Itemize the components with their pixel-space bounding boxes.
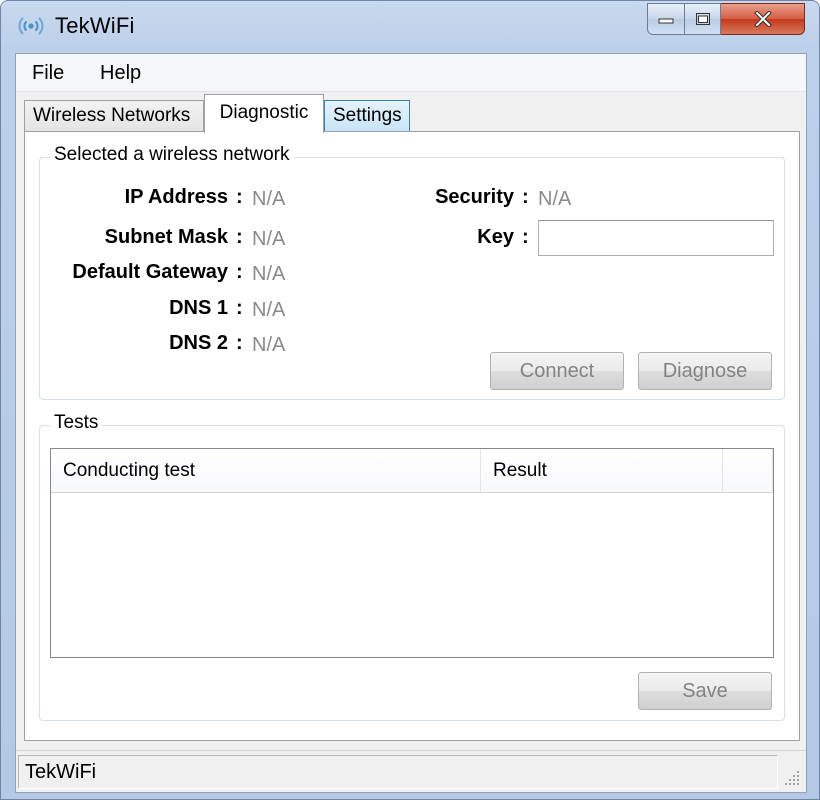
column-conducting-test[interactable]: Conducting test (51, 449, 481, 493)
save-button[interactable]: Save (638, 672, 772, 710)
dns1-label: DNS 1 (169, 297, 228, 319)
column-filler (723, 449, 773, 493)
minimize-icon (658, 18, 674, 24)
diagnose-button[interactable]: Diagnose (638, 352, 772, 390)
close-icon (753, 11, 772, 27)
dns1-colon: : (236, 297, 243, 319)
dns2-label: DNS 2 (169, 332, 228, 354)
ip-address-value: N/A (252, 188, 286, 210)
menu-file[interactable]: File (32, 62, 64, 85)
key-colon: : (522, 226, 529, 248)
key-input[interactable] (538, 220, 774, 256)
app-window: TekWiFi File Help Wireless Networks Diag… (0, 0, 820, 800)
tab-diagnostic[interactable]: Diagnostic (204, 94, 324, 133)
column-result[interactable]: Result (481, 449, 723, 493)
status-text: TekWiFi (18, 755, 778, 789)
close-button[interactable] (721, 3, 805, 35)
client-area: File Help Wireless Networks Diagnostic S… (15, 53, 807, 793)
wifi-signal-icon (17, 13, 45, 39)
default-gateway-value: N/A (252, 263, 286, 285)
ip-address-label: IP Address (124, 186, 228, 208)
security-label: Security (435, 186, 514, 208)
minimize-button[interactable] (647, 3, 685, 35)
status-bar: TekWiFi (16, 750, 806, 792)
subnet-mask-colon: : (236, 226, 243, 248)
tests-group: Tests Conducting test Result Save (39, 412, 785, 721)
default-gateway-colon: : (236, 261, 243, 283)
tests-list-header: Conducting test Result (51, 449, 773, 493)
key-label: Key (477, 226, 514, 248)
security-value: N/A (538, 188, 572, 210)
dns1-value: N/A (252, 299, 286, 321)
title-bar[interactable]: TekWiFi (1, 1, 819, 53)
network-group-title: Selected a wireless network (50, 144, 294, 166)
dns2-colon: : (236, 332, 243, 354)
window-controls (647, 3, 805, 37)
window-title: TekWiFi (55, 13, 135, 38)
menu-help[interactable]: Help (100, 62, 141, 85)
tab-settings[interactable]: Settings (324, 100, 410, 132)
dns2-value: N/A (252, 334, 286, 356)
resize-grip-icon[interactable] (782, 768, 802, 788)
network-group: Selected a wireless network IP Address :… (39, 144, 785, 400)
tab-strip: Wireless Networks Diagnostic Settings (24, 94, 804, 133)
subnet-mask-label: Subnet Mask (104, 226, 228, 248)
tests-list[interactable]: Conducting test Result (50, 448, 774, 658)
default-gateway-label: Default Gateway (72, 261, 228, 283)
connect-button[interactable]: Connect (490, 352, 624, 390)
maximize-icon (695, 13, 710, 25)
tests-group-title: Tests (50, 412, 103, 434)
security-colon: : (522, 186, 529, 208)
maximize-button[interactable] (685, 3, 721, 35)
ip-address-colon: : (236, 186, 243, 208)
subnet-mask-value: N/A (252, 228, 286, 250)
diagnostic-panel: Selected a wireless network IP Address :… (24, 131, 800, 741)
tab-wireless-networks[interactable]: Wireless Networks (24, 100, 204, 132)
menu-bar: File Help (16, 54, 806, 92)
